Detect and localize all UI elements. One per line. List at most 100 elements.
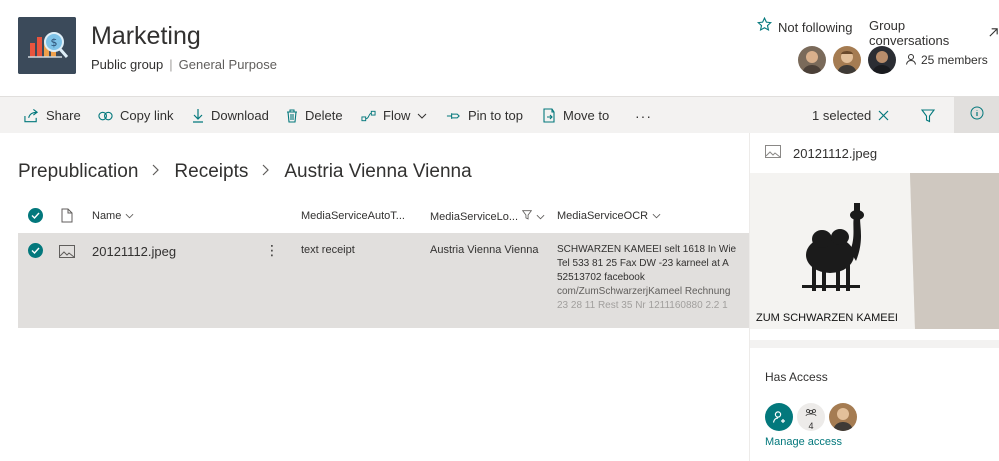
delete-button[interactable]: Delete (286, 97, 343, 134)
pin-to-top-label: Pin to top (468, 108, 523, 123)
breadcrumb-item[interactable]: Prepublication (18, 161, 138, 183)
ocr-line: 23 28 11 Rest 35 Nr 1211160880 2.2 1 (557, 300, 728, 311)
share-icon (24, 108, 39, 123)
follow-button[interactable]: Not following (756, 16, 853, 37)
move-to-label: Move to (563, 108, 610, 123)
member-avatars[interactable]: 25 members (798, 46, 988, 74)
ocr-line: 52513702 facebook (557, 272, 645, 283)
chevron-down-icon (417, 113, 427, 119)
link-icon (98, 111, 113, 121)
chevron-down-icon (652, 210, 661, 222)
pane-header: 20121112.jpeg (765, 145, 877, 161)
group-access-badge[interactable]: 4 (797, 403, 825, 431)
ocr-value: SCHWARZEN KAMEEI selt 1618 In Wie Tel 53… (557, 243, 749, 315)
filter-button[interactable] (921, 97, 935, 134)
separator: | (169, 57, 173, 72)
row-checkbox[interactable] (28, 243, 43, 258)
pane-divider (750, 340, 999, 348)
ocr-column-header[interactable]: MediaServiceOCR (557, 210, 661, 222)
select-all-checkbox[interactable] (28, 208, 43, 223)
download-button[interactable]: Download (192, 97, 269, 134)
pin-to-top-button[interactable]: Pin to top (446, 97, 523, 134)
breadcrumb-current: Austria Vienna Vienna (284, 161, 472, 182)
file-type-column-header[interactable] (61, 208, 73, 226)
check-icon (28, 208, 43, 223)
avatar[interactable] (868, 46, 896, 74)
location-column-label: MediaServiceLo... (430, 210, 519, 223)
has-access-heading: Has Access (765, 370, 828, 384)
table-row[interactable]: 20121112.jpeg ⋮ text receipt Austria Vie… (18, 233, 749, 328)
site-header: $ Marketing Public group | General Purpose… (0, 0, 999, 96)
image-file-icon (765, 145, 781, 161)
location-value: Austria Vienna Vienna (430, 244, 539, 256)
preview-caption: ZUM SCHWARZEN KAMEEI (756, 312, 898, 324)
row-more-button[interactable]: ⋮ (265, 242, 279, 259)
name-column-label: Name (92, 210, 122, 222)
pane-file-name: 20121112.jpeg (793, 145, 878, 161)
pin-icon (446, 111, 461, 121)
avatar[interactable] (798, 46, 826, 74)
group-conversations-link[interactable]: Group conversations (869, 18, 999, 48)
details-pane: 20121112.jpeg ZUM SCHWARZEN KAMEEI Has A… (749, 133, 999, 461)
open-external-icon (988, 26, 999, 41)
site-subtitle: Public group | General Purpose (91, 57, 277, 72)
close-icon[interactable] (878, 110, 889, 121)
chevron-right-icon (262, 163, 270, 181)
avatar[interactable] (833, 46, 861, 74)
image-file-icon (59, 245, 75, 261)
ocr-line: SCHWARZEN KAMEEI selt 1618 In Wie (557, 244, 737, 255)
trash-icon (286, 108, 298, 123)
group-count: 4 (808, 420, 814, 431)
share-button[interactable]: Share (24, 97, 81, 134)
follow-label: Not following (778, 19, 853, 35)
move-icon (543, 108, 556, 123)
avatar[interactable] (829, 403, 857, 431)
breadcrumb-item[interactable]: Receipts (174, 161, 248, 183)
flow-button[interactable]: Flow (361, 97, 427, 134)
star-icon (756, 16, 773, 37)
chevron-down-icon (536, 211, 545, 223)
name-column-header[interactable]: Name (92, 210, 134, 222)
file-name-link[interactable]: 20121112.jpeg (92, 244, 176, 259)
manage-access-link[interactable]: Manage access (765, 436, 842, 448)
selected-count: 1 selected (812, 108, 872, 123)
access-list: 4 (765, 403, 857, 431)
share-label: Share (46, 108, 81, 123)
group-icon (805, 404, 817, 422)
ocr-line: Tel 533 81 25 Fax DW -23 karneel at A (557, 258, 729, 269)
copy-link-button[interactable]: Copy link (98, 97, 173, 134)
privacy-label: Public group (91, 57, 164, 72)
command-bar: Share Copy link Download Delete Flow Pin… (0, 96, 999, 134)
share-person-icon[interactable] (765, 403, 793, 431)
location-column-header[interactable]: MediaServiceLo... (430, 210, 545, 223)
classification-label: General Purpose (178, 57, 277, 72)
info-icon (970, 106, 984, 125)
site-title: Marketing (91, 22, 201, 50)
svg-text:$: $ (51, 36, 58, 49)
info-pane-button[interactable] (954, 97, 999, 134)
autotags-value: text receipt (301, 244, 355, 256)
flow-icon (361, 110, 376, 122)
filter-icon (921, 108, 935, 123)
site-logo[interactable]: $ (18, 17, 76, 74)
download-icon (192, 108, 204, 123)
download-label: Download (211, 108, 269, 123)
document-library: Prepublication Receipts Austria Vienna V… (0, 133, 749, 461)
members-count[interactable]: 25 members (905, 53, 988, 68)
ocr-line: com/ZumSchwarzerjKameel Rechnung (557, 286, 731, 297)
ocr-column-label: MediaServiceOCR (557, 210, 649, 222)
chevron-right-icon (152, 163, 160, 181)
more-commands-button[interactable]: ··· (635, 97, 652, 134)
autotags-column-label: MediaServiceAutoT... (301, 210, 405, 222)
move-to-button[interactable]: Move to (543, 97, 609, 134)
image-preview[interactable]: ZUM SCHWARZEN KAMEEI (750, 173, 999, 329)
copy-link-label: Copy link (120, 108, 174, 123)
check-icon (28, 243, 43, 258)
document-icon (61, 208, 73, 226)
group-conversations-label: Group conversations (869, 18, 950, 48)
delete-label: Delete (305, 108, 343, 123)
autotags-column-header[interactable]: MediaServiceAutoT... (301, 210, 405, 222)
selection-status: 1 selected (812, 97, 889, 134)
filter-icon (521, 210, 533, 223)
members-label: 25 members (921, 53, 988, 67)
